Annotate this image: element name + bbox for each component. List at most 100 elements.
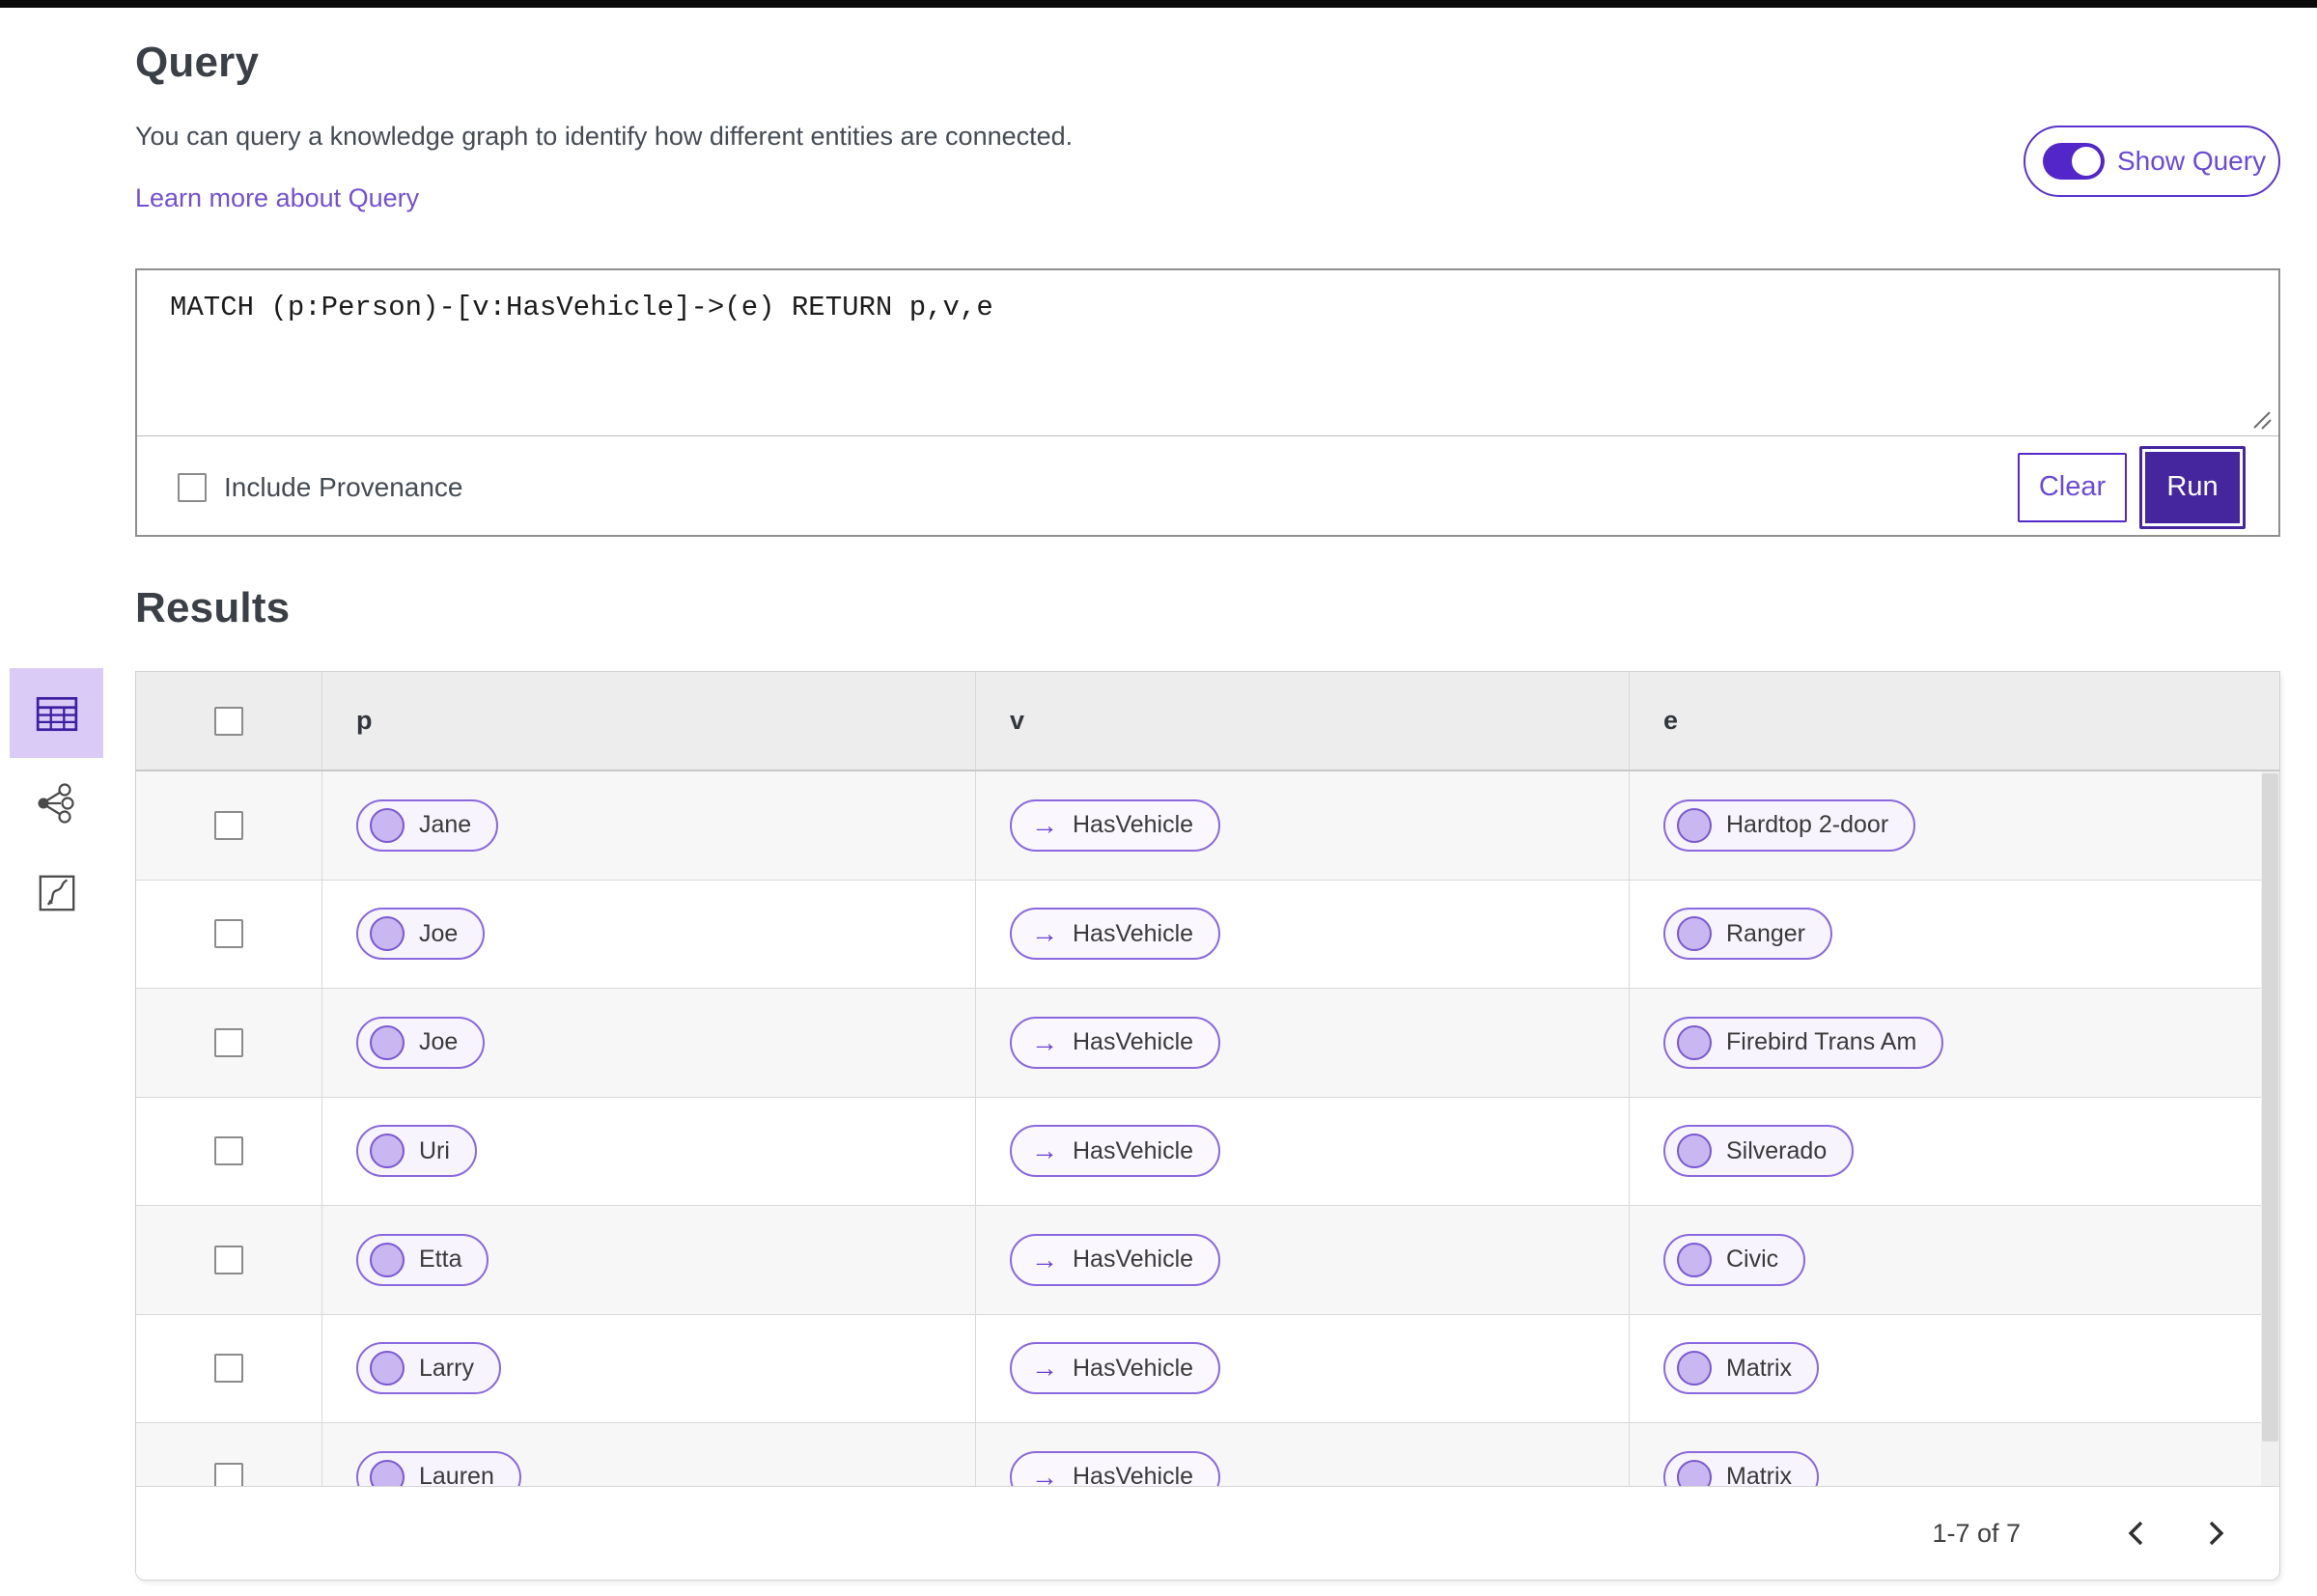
person-node-pill[interactable]: Lauren [356,1450,521,1486]
query-editor-card: MATCH (p:Person)-[v:HasVehicle]->(e) RET… [135,268,2280,537]
include-provenance-label: Include Provenance [224,471,463,502]
v-cell: → HasVehicle [976,1097,1630,1205]
arrow-right-icon: → [1031,918,1058,949]
node-circle-icon [1677,916,1712,952]
v-cell: → HasVehicle [976,880,1630,988]
next-page-button[interactable] [2187,1504,2245,1562]
node-circle-icon [1677,1459,1712,1486]
person-node-pill[interactable]: Joe [356,1016,486,1069]
table-row: Joe → HasVehicle Firebird Trans Am [136,989,2279,1098]
vertical-scrollbar[interactable] [2261,771,2279,1486]
graph-view-button[interactable] [10,774,103,832]
textarea-resize-handle-icon[interactable] [2251,409,2273,431]
previous-page-button[interactable] [2108,1504,2165,1562]
v-cell: → HasVehicle [976,771,1630,880]
arrow-right-icon: → [1031,1244,1058,1274]
entity-node-pill[interactable]: Silverado [1663,1125,1855,1178]
row-checkbox[interactable] [214,1027,243,1057]
entity-node-pill[interactable]: Civic [1663,1233,1806,1286]
node-circle-icon [370,807,405,843]
p-pill-label: Larry [419,1354,474,1382]
person-node-pill[interactable]: Joe [356,908,486,961]
edge-pill[interactable]: → HasVehicle [1010,1125,1221,1178]
row-checkbox[interactable] [214,810,243,840]
p-pill-label: Jane [419,811,472,839]
node-circle-icon [370,1459,405,1486]
query-textarea[interactable]: MATCH (p:Person)-[v:HasVehicle]->(e) RET… [137,270,2278,436]
e-pill-label: Silverado [1726,1136,1828,1164]
edge-pill[interactable]: → HasVehicle [1010,1016,1221,1069]
person-node-pill[interactable]: Larry [356,1342,501,1395]
table-footer: 1-7 of 7 [136,1486,2279,1580]
table-view-button[interactable] [10,668,103,758]
row-checkbox[interactable] [214,1245,243,1274]
v-pill-label: HasVehicle [1073,1028,1194,1056]
p-pill-label: Joe [419,919,459,947]
edge-pill[interactable]: → HasVehicle [1010,908,1221,961]
entity-node-pill[interactable]: Matrix [1663,1342,1820,1395]
arrow-right-icon: → [1031,1461,1058,1486]
edge-pill[interactable]: → HasVehicle [1010,1233,1221,1286]
p-pill-label: Lauren [419,1463,494,1486]
query-section-title: Query [135,39,260,86]
column-header-p: p [322,672,976,770]
arrow-right-icon: → [1031,1026,1058,1057]
e-cell: Silverado [1630,1098,2279,1206]
v-pill-label: HasVehicle [1073,919,1194,947]
v-cell: → HasVehicle [976,1314,1630,1422]
node-circle-icon [1677,1024,1712,1060]
pagination-range: 1-7 of 7 [1932,1518,2021,1548]
entity-node-pill[interactable]: Firebird Trans Am [1663,1016,1944,1069]
edge-pill[interactable]: → HasVehicle [1010,1342,1221,1395]
entity-node-pill[interactable]: Ranger [1663,908,1832,961]
e-pill-label: Firebird Trans Am [1726,1028,1917,1056]
toggle-switch-icon[interactable] [2043,143,2105,180]
row-select-cell [136,1314,322,1422]
scrollbar-thumb[interactable] [2262,773,2278,1442]
results-table-card: p v e Jane → HasVehicle Hardtop 2-door J… [135,671,2280,1581]
run-button-focus-ring: Run [2139,445,2246,529]
e-pill-label: Matrix [1726,1354,1793,1382]
column-header-e: e [1663,706,1679,735]
p-cell: Jane [322,771,976,880]
show-query-label: Show Query [2117,146,2267,176]
row-checkbox[interactable] [214,919,243,949]
node-circle-icon [1677,1242,1712,1277]
node-circle-icon [370,1134,405,1169]
node-circle-icon [1677,1134,1712,1169]
row-checkbox[interactable] [214,1354,243,1384]
page: Query You can query a knowledge graph to… [0,0,2317,1596]
clear-button[interactable]: Clear [2018,452,2127,522]
person-node-pill[interactable]: Jane [356,798,499,852]
run-button[interactable]: Run [2145,451,2240,523]
select-all-checkbox[interactable] [214,706,243,736]
row-select-cell [136,1423,322,1486]
include-provenance-checkbox[interactable] [178,472,207,502]
edge-pill[interactable]: → HasVehicle [1010,1450,1221,1486]
p-cell: Larry [322,1314,976,1422]
show-query-toggle[interactable]: Show Query [2024,126,2280,197]
e-cell: Ranger [1630,881,2279,989]
p-pill-label: Joe [419,1028,459,1056]
table-header-row: p v e [136,672,2279,771]
e-pill-label: Civic [1726,1246,1779,1274]
row-checkbox[interactable] [214,1462,243,1486]
chart-view-button[interactable] [10,864,103,922]
table-body: Jane → HasVehicle Hardtop 2-door Joe → H… [136,771,2279,1486]
table-row: Larry → HasVehicle Matrix [136,1314,2279,1423]
table-view-icon [36,696,77,731]
p-cell: Uri [322,1097,976,1205]
arrow-right-icon: → [1031,1135,1058,1166]
entity-node-pill[interactable]: Hardtop 2-door [1663,798,1916,852]
row-checkbox[interactable] [214,1136,243,1166]
column-header-v: v [976,672,1630,770]
learn-more-link[interactable]: Learn more about Query [135,183,419,213]
v-cell: → HasVehicle [976,1423,1630,1486]
person-node-pill[interactable]: Etta [356,1233,489,1286]
p-pill-label: Etta [419,1246,462,1274]
edge-pill[interactable]: → HasVehicle [1010,798,1221,852]
e-pill-label: Hardtop 2-door [1726,811,1889,839]
p-cell: Joe [322,989,976,1097]
entity-node-pill[interactable]: Matrix [1663,1450,1820,1486]
person-node-pill[interactable]: Uri [356,1125,477,1178]
